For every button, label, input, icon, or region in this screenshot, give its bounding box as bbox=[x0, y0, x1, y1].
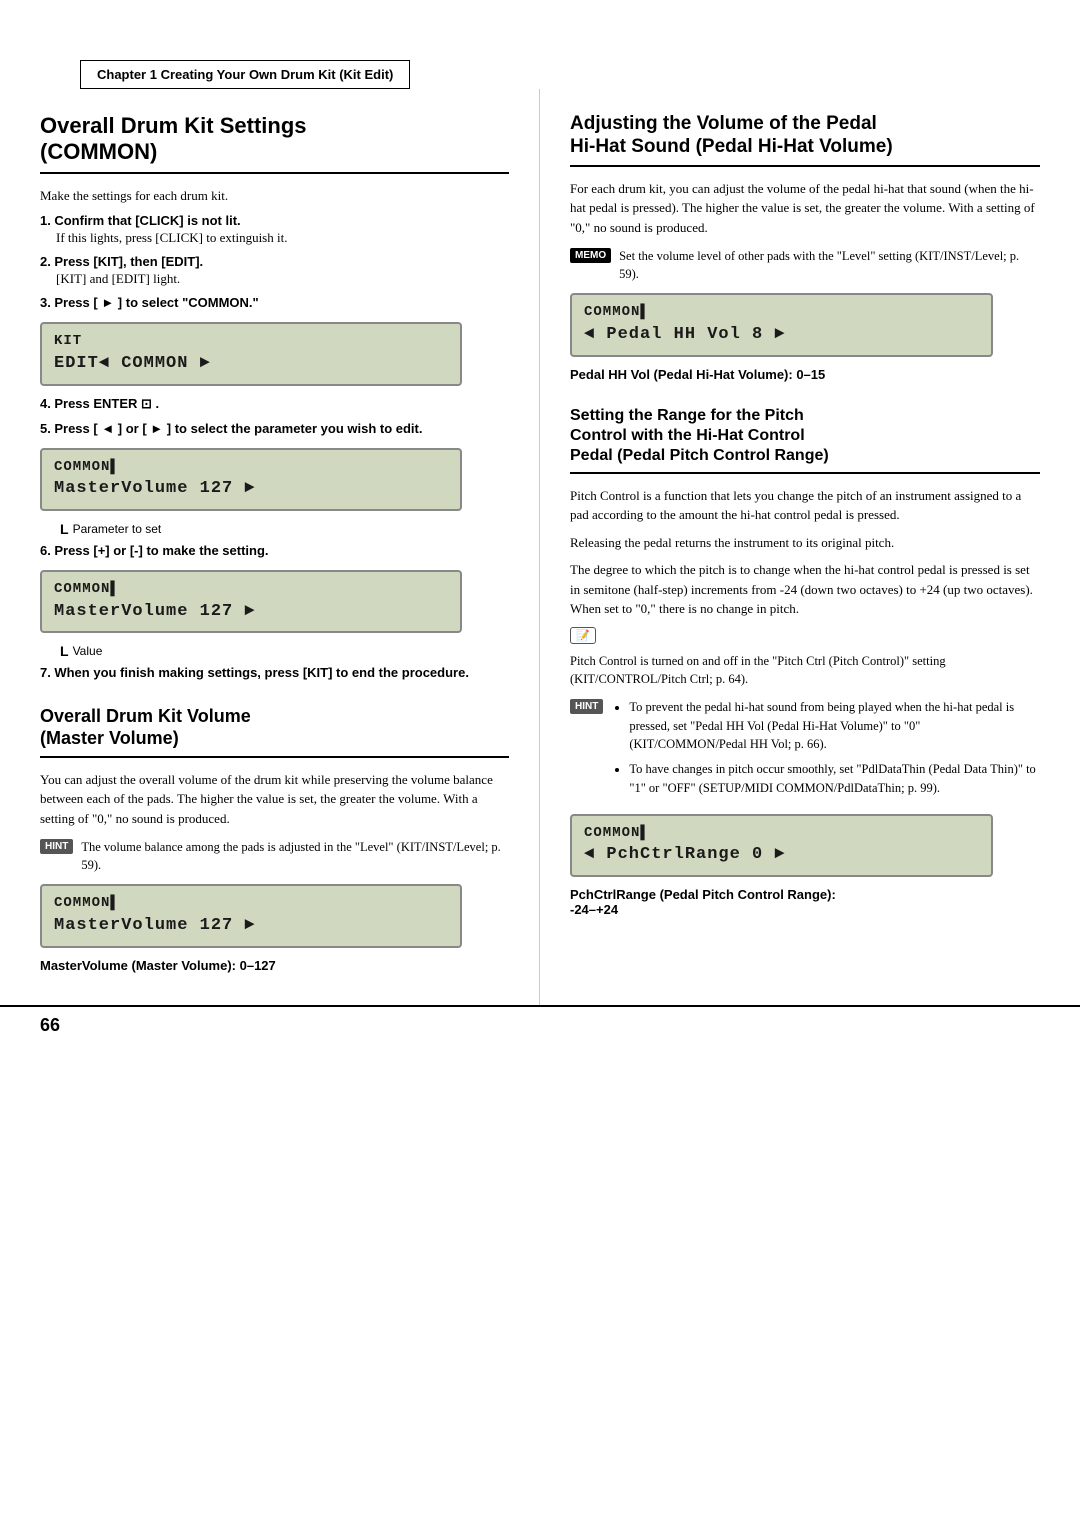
page-number-bar: 66 bbox=[0, 1005, 1080, 1044]
page: Chapter 1 Creating Your Own Drum Kit (Ki… bbox=[0, 0, 1080, 1528]
page-number: 66 bbox=[40, 1015, 60, 1036]
lcd-pedal: COMMON▌ ◄ Pedal HH Vol 8 ► bbox=[570, 293, 993, 356]
step-5: 5. Press [ ◄ ] or [ ► ] to select the pa… bbox=[40, 421, 509, 438]
hint-badge-2: HINT bbox=[570, 699, 603, 714]
lcd4-caption: MasterVolume (Master Volume): 0–127 bbox=[40, 958, 509, 973]
lcd-pitch-caption: PchCtrlRange (Pedal Pitch Control Range)… bbox=[570, 887, 1040, 917]
step-1: 1. Confirm that [CLICK] is not lit. If t… bbox=[40, 213, 509, 246]
note-ref: 📝 bbox=[570, 627, 1040, 648]
pitch-text-1: Pitch Control is a function that lets yo… bbox=[570, 486, 1040, 525]
hint-badge-1: HINT bbox=[40, 839, 73, 854]
pedal-hh-title: Adjusting the Volume of the Pedal Hi-Hat… bbox=[570, 113, 1040, 167]
lcd-display-2: COMMON▌ MasterVolume 127 ► bbox=[40, 448, 462, 511]
master-vol-text: You can adjust the overall volume of the… bbox=[40, 770, 509, 829]
memo-badge-1: MEMO bbox=[570, 248, 611, 263]
master-volume-title: Overall Drum Kit Volume (Master Volume) bbox=[40, 706, 509, 757]
note-icon: 📝 bbox=[570, 627, 596, 644]
step-6: 6. Press [+] or [-] to make the setting. bbox=[40, 543, 509, 560]
lcd3-annotation: Value bbox=[60, 643, 509, 659]
lcd-display-3: COMMON▌ MasterVolume 127 ► bbox=[40, 570, 462, 633]
lcd2-annotation: Parameter to set bbox=[60, 521, 509, 537]
lcd-display-1: KIT EDIT◄ COMMON ► bbox=[40, 322, 462, 385]
note-text: Pitch Control is turned on and off in th… bbox=[570, 652, 1040, 688]
pedal-hh-text: For each drum kit, you can adjust the vo… bbox=[570, 179, 1040, 238]
hint-bullet-1: To prevent the pedal hi-hat sound from b… bbox=[629, 698, 1040, 754]
hint-text-1: The volume balance among the pads is adj… bbox=[81, 838, 509, 874]
pitch-text-3: The degree to which the pitch is to chan… bbox=[570, 560, 1040, 619]
step-2: 2. Press [KIT], then [EDIT]. [KIT] and [… bbox=[40, 254, 509, 287]
step-4: 4. Press ENTER ⊡ . bbox=[40, 396, 509, 413]
right-column: Adjusting the Volume of the Pedal Hi-Hat… bbox=[540, 89, 1080, 1005]
intro-text: Make the settings for each drum kit. bbox=[40, 186, 509, 206]
step-7: 7. When you finish making settings, pres… bbox=[40, 665, 509, 682]
lcd-pitch: COMMON▌ ◄ PchCtrlRange 0 ► bbox=[570, 814, 993, 877]
hint-box-1: HINT The volume balance among the pads i… bbox=[40, 838, 509, 874]
memo-text-1: Set the volume level of other pads with … bbox=[619, 247, 1040, 283]
hint-bullet-2: To have changes in pitch occur smoothly,… bbox=[629, 760, 1040, 798]
pitch-text-2: Releasing the pedal returns the instrume… bbox=[570, 533, 1040, 553]
chapter-bar: Chapter 1 Creating Your Own Drum Kit (Ki… bbox=[80, 60, 410, 89]
hint-bullets: To prevent the pedal hi-hat sound from b… bbox=[629, 698, 1040, 804]
main-title: Overall Drum Kit Settings (COMMON) bbox=[40, 113, 509, 174]
pitch-control-title: Setting the Range for the Pitch Control … bbox=[570, 406, 1040, 474]
hint-box-2: HINT To prevent the pedal hi-hat sound f… bbox=[570, 698, 1040, 804]
lcd-display-4: COMMON▌ MasterVolume 127 ► bbox=[40, 884, 462, 947]
memo-box-1: MEMO Set the volume level of other pads … bbox=[570, 247, 1040, 283]
left-column: Overall Drum Kit Settings (COMMON) Make … bbox=[0, 89, 540, 1005]
lcd-pedal-caption: Pedal HH Vol (Pedal Hi-Hat Volume): 0–15 bbox=[570, 367, 1040, 382]
step-3: 3. Press [ ► ] to select "COMMON." bbox=[40, 295, 509, 312]
